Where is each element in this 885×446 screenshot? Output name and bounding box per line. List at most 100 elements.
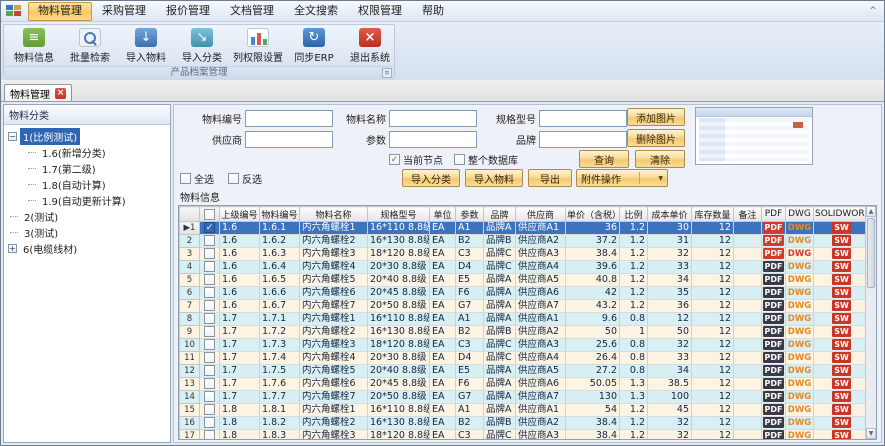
sw-badge[interactable]: SW [832, 300, 851, 311]
dwg-badge[interactable]: DWG [788, 288, 811, 298]
pdf-badge[interactable]: PDF [763, 430, 785, 439]
vertical-scrollbar[interactable]: ▲ ▼ [865, 206, 876, 439]
dwg-badge[interactable]: DWG [788, 418, 811, 428]
table-row[interactable]: ▶1✓1.61.6.1内六角螺栓116*110 8.8级EAA1品牌A供应商A1… [180, 222, 866, 235]
pdf-badge[interactable]: PDF [763, 404, 785, 415]
tree-node-3[interactable]: 1.7(第二级) [6, 160, 168, 176]
column-header-16[interactable]: SOLIDWORKS [814, 207, 866, 222]
pdf-badge[interactable]: PDF [763, 274, 785, 285]
import-category-button[interactable]: 导入分类 [402, 169, 460, 187]
table-row[interactable]: 111.71.7.4内六角螺栓420*30 8.8级EAD4品牌C供应商A426… [180, 352, 866, 365]
add-image-button[interactable]: 添加图片 [627, 108, 685, 126]
sw-badge[interactable]: SW [832, 352, 851, 363]
tree-node-1[interactable]: −1(比例测试) [6, 128, 168, 144]
ribbon-button-3[interactable]: ↓导入物料 [118, 26, 174, 65]
header-checkbox[interactable] [204, 209, 215, 220]
table-row[interactable]: 171.81.8.3内六角螺栓318*120 8.8级EAC3品牌C供应商A33… [180, 430, 866, 440]
sw-badge[interactable]: SW [832, 235, 851, 246]
current-node-checkbox[interactable]: ✓ [389, 154, 400, 165]
tree-node-7[interactable]: 3(测试) [6, 224, 168, 240]
row-checkbox[interactable] [204, 339, 215, 350]
delete-image-button[interactable]: 删除图片 [627, 129, 685, 147]
scroll-up-icon[interactable]: ▲ [866, 206, 876, 217]
field-input-2[interactable] [389, 110, 477, 127]
table-row[interactable]: 131.71.7.6内六角螺栓620*45 8.8级EAF6品牌A供应商A650… [180, 378, 866, 391]
menu-tab-4[interactable]: 文档管理 [220, 2, 284, 21]
menu-tab-3[interactable]: 报价管理 [156, 2, 220, 21]
menu-tab-7[interactable]: 帮助 [412, 2, 454, 21]
tab-material-management[interactable]: 物料管理 × [4, 84, 72, 101]
sw-badge[interactable]: SW [832, 222, 851, 233]
row-checkbox[interactable] [204, 391, 215, 402]
column-header-12[interactable]: 库存数量 [692, 207, 734, 222]
table-row[interactable]: 151.81.8.1内六角螺栓116*110 8.8级EAA1品牌A供应商A15… [180, 404, 866, 417]
dwg-badge[interactable]: DWG [788, 340, 811, 350]
tree-node-4[interactable]: 1.8(自动计算) [6, 176, 168, 192]
select-all-header[interactable] [200, 207, 220, 222]
pdf-badge[interactable]: PDF [763, 313, 785, 324]
row-checkbox[interactable] [204, 417, 215, 428]
table-row[interactable]: 91.71.7.2内六角螺栓216*130 8.8级EAB2品牌B供应商A250… [180, 326, 866, 339]
sw-badge[interactable]: SW [832, 378, 851, 389]
table-row[interactable]: 31.61.6.3内六角螺栓318*120 8.8级EAC3品牌C供应商A338… [180, 248, 866, 261]
sw-badge[interactable]: SW [832, 417, 851, 428]
pdf-badge[interactable]: PDF [763, 365, 785, 376]
column-header-10[interactable]: 比例 [620, 207, 648, 222]
ribbon-button-1[interactable]: ≡物料信息 [6, 26, 62, 65]
sw-badge[interactable]: SW [832, 404, 851, 415]
whole-database-checkbox[interactable] [454, 154, 465, 165]
sw-badge[interactable]: SW [832, 313, 851, 324]
menu-tab-6[interactable]: 权限管理 [348, 2, 412, 21]
row-checkbox[interactable] [204, 404, 215, 415]
select-all-checkbox[interactable] [180, 173, 191, 184]
row-checkbox[interactable] [204, 235, 215, 246]
field-input-5[interactable] [389, 131, 477, 148]
dwg-badge[interactable]: DWG [788, 301, 811, 311]
row-checkbox[interactable] [204, 261, 215, 272]
ribbon-button-4[interactable]: ↘导入分类 [174, 26, 230, 65]
row-checkbox[interactable] [204, 365, 215, 376]
field-input-6[interactable] [539, 131, 627, 148]
dwg-badge[interactable]: DWG [788, 353, 811, 363]
dwg-badge[interactable]: DWG [788, 223, 811, 233]
dwg-badge[interactable]: DWG [788, 379, 811, 389]
menu-tab-5[interactable]: 全文搜索 [284, 2, 348, 21]
column-header-2[interactable]: 物料编号 [260, 207, 300, 222]
column-header-6[interactable]: 参数 [456, 207, 484, 222]
dwg-badge[interactable]: DWG [788, 327, 811, 337]
pdf-badge[interactable]: PDF [763, 248, 785, 259]
column-header-3[interactable]: 物料名称 [300, 207, 368, 222]
dwg-badge[interactable]: DWG [788, 262, 811, 272]
dwg-badge[interactable]: DWG [788, 275, 811, 285]
collapse-icon[interactable]: − [8, 132, 17, 141]
expand-icon[interactable]: + [8, 244, 17, 253]
pdf-badge[interactable]: PDF [763, 287, 785, 298]
row-checkbox[interactable] [204, 352, 215, 363]
dwg-badge[interactable]: DWG [788, 405, 811, 415]
row-checkbox[interactable] [204, 326, 215, 337]
ribbon-collapse-icon[interactable]: ^ [865, 6, 881, 16]
sw-badge[interactable]: SW [832, 274, 851, 285]
pdf-badge[interactable]: PDF [763, 326, 785, 337]
table-row[interactable]: 51.61.6.5内六角螺栓520*40 8.8级EAE5品牌A供应商A540.… [180, 274, 866, 287]
dwg-badge[interactable]: DWG [788, 314, 811, 324]
menu-tab-1[interactable]: 物料管理 [28, 2, 92, 21]
column-header-8[interactable]: 供应商 [516, 207, 566, 222]
column-header-7[interactable]: 品牌 [484, 207, 516, 222]
row-checkbox[interactable] [204, 274, 215, 285]
close-icon[interactable]: × [55, 88, 66, 99]
tree-node-8[interactable]: +6(电缆线材) [6, 240, 168, 256]
pdf-badge[interactable]: PDF [763, 391, 785, 402]
row-checkbox[interactable] [204, 248, 215, 259]
column-header-4[interactable]: 规格型号 [368, 207, 430, 222]
field-input-3[interactable] [539, 110, 627, 127]
tree-node-6[interactable]: 2(测试) [6, 208, 168, 224]
export-button[interactable]: 导出 [528, 169, 572, 187]
sw-badge[interactable]: SW [832, 391, 851, 402]
dwg-badge[interactable]: DWG [788, 236, 811, 246]
pdf-badge[interactable]: PDF [763, 352, 785, 363]
row-checkbox[interactable] [204, 300, 215, 311]
field-input-4[interactable] [245, 131, 333, 148]
table-row[interactable]: 61.61.6.6内六角螺栓620*45 8.8级EAF6品牌A供应商A6421… [180, 287, 866, 300]
sw-badge[interactable]: SW [832, 248, 851, 259]
